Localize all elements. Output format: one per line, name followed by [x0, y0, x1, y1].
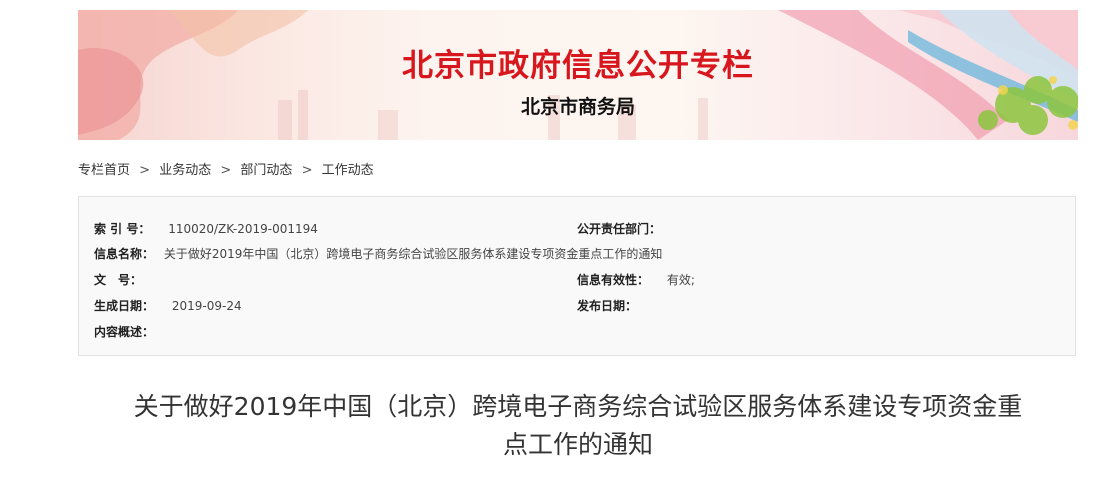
breadcrumb-separator: >	[139, 163, 151, 178]
published-row: 发布日期：	[577, 297, 637, 314]
breadcrumb-item-department-news[interactable]: 部门动态	[240, 163, 292, 178]
banner: 北京市政府信息公开专栏 北京市商务局	[78, 10, 1078, 140]
validity-value: 有效;	[666, 273, 695, 287]
breadcrumb-item-home[interactable]: 专栏首页	[78, 163, 130, 178]
published-label: 发布日期：	[577, 299, 638, 313]
banner-subtitle: 北京市商务局	[520, 96, 635, 118]
validity-label: 信息有效性：	[577, 273, 650, 287]
breadcrumb-item-work-news[interactable]: 工作动态	[322, 163, 374, 178]
article-title-line-1: 关于做好2019年中国（北京）跨境电子商务综合试验区服务体系建设专项资金重	[133, 392, 1023, 421]
name-row: 信息名称： 关于做好2019年中国（北京）跨境电子商务综合试验区服务体系建设专项…	[94, 245, 662, 262]
created-label: 生成日期：	[94, 299, 155, 313]
dept-row: 公开责任部门：	[577, 220, 661, 237]
page: 北京市政府信息公开专栏 北京市商务局 专栏首页 > 业务动态 > 部门动态 > …	[0, 0, 1111, 483]
index-row: 索 引 号： 110020/ZK-2019-001194	[94, 220, 318, 237]
banner-title: 北京市政府信息公开专栏	[402, 48, 754, 84]
index-label: 索 引 号：	[94, 222, 151, 236]
summary-label: 内容概述：	[94, 325, 155, 339]
document-info-box: 索 引 号： 110020/ZK-2019-001194 公开责任部门： 信息名…	[78, 196, 1076, 356]
article-title: 关于做好2019年中国（北京）跨境电子商务综合试验区服务体系建设专项资金重 点工…	[78, 388, 1078, 464]
docno-label: 文 号：	[94, 273, 143, 287]
index-value: 110020/ZK-2019-001194	[168, 222, 318, 236]
name-label: 信息名称：	[94, 247, 155, 261]
breadcrumb-separator: >	[220, 163, 232, 178]
summary-row: 内容概述：	[94, 323, 154, 340]
article-title-line-2: 点工作的通知	[502, 430, 653, 459]
breadcrumb-item-business-news[interactable]: 业务动态	[159, 163, 211, 178]
breadcrumb-separator: >	[301, 163, 313, 178]
name-value: 关于做好2019年中国（北京）跨境电子商务综合试验区服务体系建设专项资金重点工作…	[163, 247, 663, 261]
created-value: 2019-09-24	[171, 299, 242, 313]
dept-label: 公开责任部门：	[577, 222, 662, 236]
docno-row: 文 号：	[94, 271, 142, 288]
created-row: 生成日期： 2019-09-24	[94, 297, 242, 314]
validity-row: 信息有效性： 有效;	[577, 271, 695, 288]
breadcrumb: 专栏首页 > 业务动态 > 部门动态 > 工作动态	[78, 159, 374, 178]
